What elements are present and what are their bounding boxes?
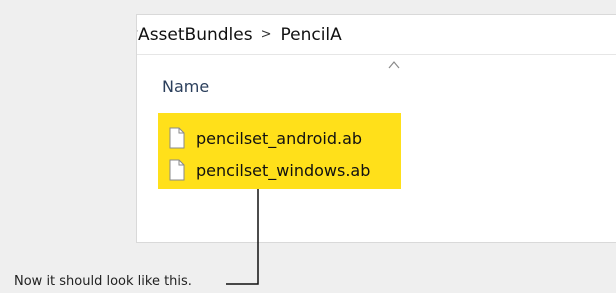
file-name: pencilset_windows.ab: [196, 160, 371, 180]
address-bar[interactable]: yAssetBundles > PencilA: [137, 15, 616, 55]
breadcrumb-parent[interactable]: yAssetBundles: [137, 25, 253, 45]
file-name: pencilset_android.ab: [196, 128, 363, 148]
column-header-row: Name: [137, 55, 616, 105]
file-icon: [169, 159, 185, 181]
breadcrumb-current[interactable]: PencilA: [280, 25, 341, 45]
list-item[interactable]: pencilset_android.ab: [158, 122, 401, 154]
highlighted-file-list: pencilset_android.ab pencilset_windows.a…: [158, 113, 401, 189]
list-item[interactable]: pencilset_windows.ab: [158, 154, 401, 186]
file-explorer-window: yAssetBundles > PencilA Name pencilset_a…: [136, 14, 616, 243]
sort-ascending-icon: [388, 61, 400, 69]
instruction-caption: Now it should look like this.: [14, 274, 192, 289]
chevron-right-icon: >: [260, 27, 272, 42]
file-icon: [169, 127, 185, 149]
name-column-header[interactable]: Name: [162, 77, 209, 96]
